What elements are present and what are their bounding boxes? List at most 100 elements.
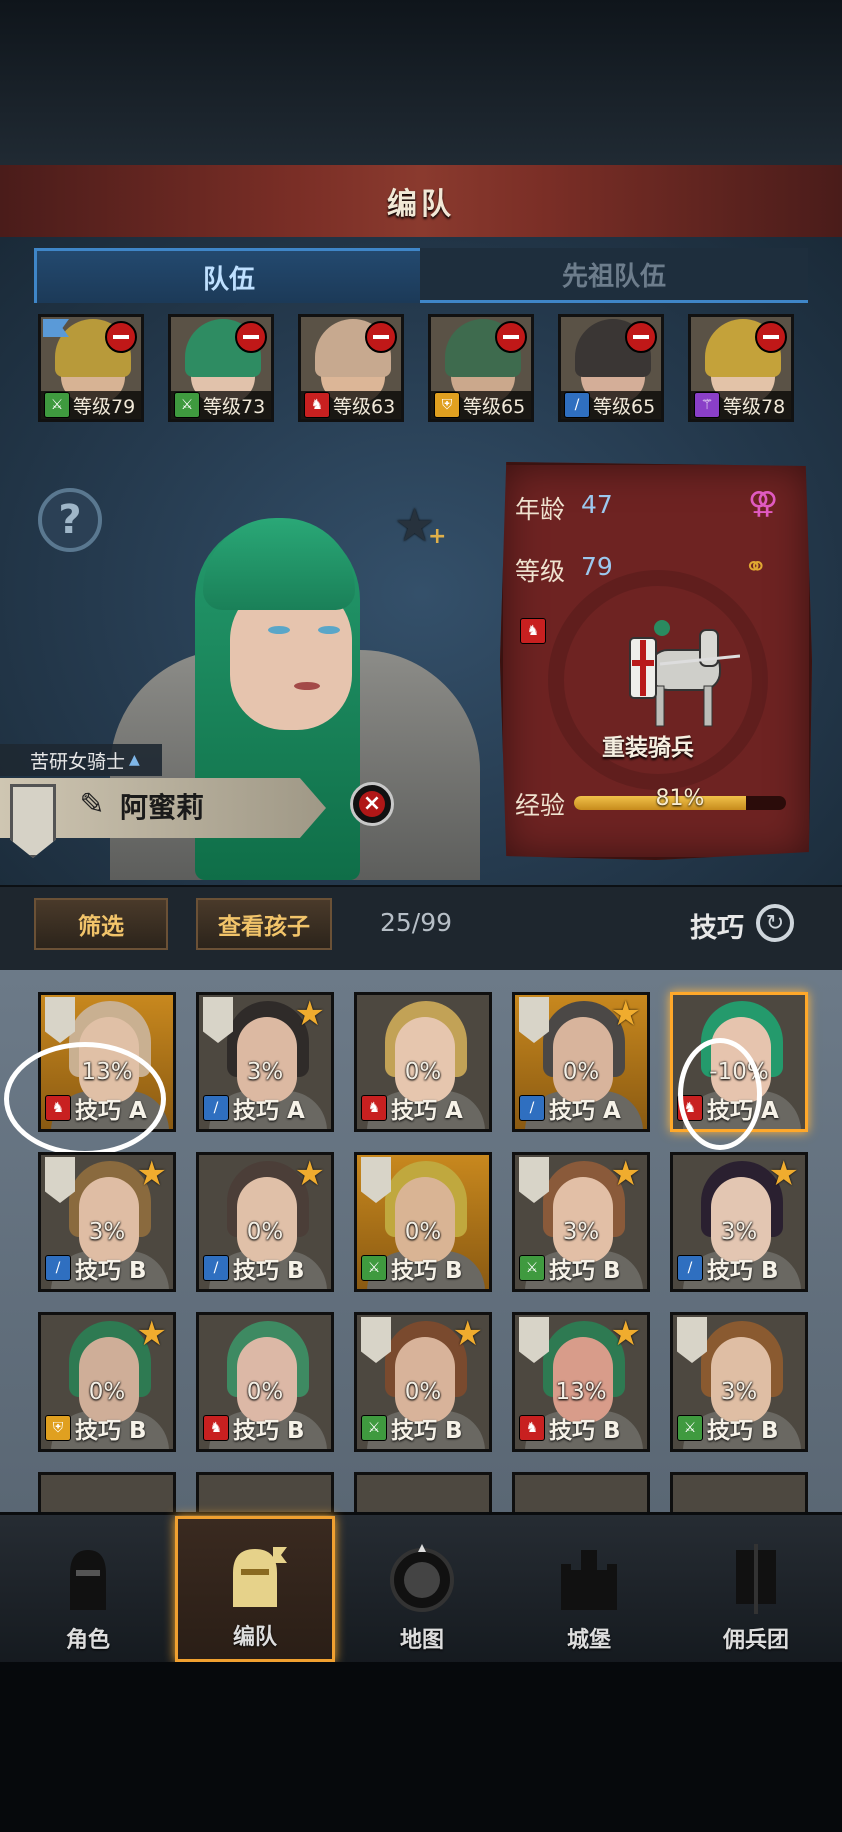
- sort-refresh-icon[interactable]: ↻: [756, 904, 794, 942]
- roster-card[interactable]: [512, 1472, 650, 1512]
- skill-grade: 技巧 B: [75, 1418, 147, 1444]
- castle-icon: [561, 1550, 617, 1610]
- sword-icon: /: [203, 1255, 229, 1281]
- horse-icon: ♞: [304, 392, 330, 418]
- crossed-swords-icon: ⚔: [677, 1415, 703, 1441]
- skill-grade: 技巧 B: [549, 1258, 621, 1284]
- help-button[interactable]: ?: [38, 488, 102, 552]
- user-annotation-circle: [678, 1038, 762, 1150]
- rings-icon: ⚭: [744, 550, 768, 583]
- growth-percent: 0%: [562, 1059, 600, 1085]
- roster-count: 25/99: [380, 908, 453, 937]
- nav-item-1[interactable]: 编队: [175, 1516, 335, 1662]
- exp-label: 经验: [515, 791, 566, 820]
- remove-member-icon[interactable]: [755, 321, 787, 353]
- skill-row: / 技巧 A: [203, 1091, 305, 1125]
- skill-grade: 技巧 A: [549, 1098, 621, 1124]
- view-children-button[interactable]: 查看孩子: [196, 898, 332, 950]
- roster-card[interactable]: ★ 0% ⛨ 技巧 B: [38, 1312, 176, 1452]
- roster-card[interactable]: ★ 3% / 技巧 B: [670, 1152, 808, 1292]
- roster-card[interactable]: ★ 13% ♞ 技巧 B: [512, 1312, 650, 1452]
- level-value: 79: [581, 552, 613, 581]
- compass-map-icon: [390, 1544, 454, 1612]
- title-up-icon: ▲: [129, 752, 140, 768]
- skill-row: ♞ 技巧 B: [519, 1411, 621, 1445]
- class-name: 重装骑兵: [602, 735, 694, 761]
- roster-card[interactable]: [670, 1472, 808, 1512]
- growth-percent: 0%: [246, 1219, 284, 1245]
- roster-card[interactable]: ★ 0% / 技巧 B: [196, 1152, 334, 1292]
- growth-percent: 3%: [88, 1219, 126, 1245]
- team-member-slot[interactable]: ⚔ 等级73: [168, 314, 274, 422]
- horse-icon: ♞: [519, 1415, 545, 1441]
- member-level: 等级65: [593, 395, 656, 418]
- filter-button[interactable]: 筛选: [34, 898, 168, 950]
- star-icon: ★: [610, 1314, 641, 1354]
- skill-row: ⛨ 技巧 B: [45, 1411, 147, 1445]
- skill-grade: 技巧 A: [391, 1098, 463, 1124]
- skill-grade: 技巧 B: [391, 1258, 463, 1284]
- roster-card[interactable]: ★ 3% ⚔ 技巧 B: [512, 1152, 650, 1292]
- heavy-cavalry-figure: [629, 620, 740, 727]
- skill-grade: 技巧 B: [391, 1418, 463, 1444]
- portrait-eye-left: [268, 626, 290, 634]
- star-icon: ★: [610, 1154, 641, 1194]
- growth-percent: 0%: [246, 1379, 284, 1405]
- roster-card[interactable]: 0% ♞ 技巧 A: [354, 992, 492, 1132]
- roster-card[interactable]: ★ 0% / 技巧 A: [512, 992, 650, 1132]
- team-member-slot[interactable]: ⛨ 等级65: [428, 314, 534, 422]
- title-banner: 编队: [0, 165, 842, 240]
- skill-grade: 技巧 B: [707, 1418, 779, 1444]
- nav-item-0[interactable]: 角色: [8, 1516, 168, 1662]
- member-level: 等级63: [333, 395, 396, 418]
- crossed-swords-icon: ⚔: [519, 1255, 545, 1281]
- female-icon: ⚢: [748, 486, 779, 521]
- star-icon: ★: [452, 1314, 483, 1354]
- roster-card[interactable]: 3% ⚔ 技巧 B: [670, 1312, 808, 1452]
- team-member-slot[interactable]: ⚔ 等级79: [38, 314, 144, 422]
- tab-ancestor-team[interactable]: 先祖队伍: [420, 248, 808, 303]
- portrait-lips: [294, 682, 320, 690]
- nav-item-4[interactable]: 佣兵团: [676, 1516, 836, 1662]
- remove-member-icon[interactable]: [105, 321, 137, 353]
- remove-member-icon[interactable]: [365, 321, 397, 353]
- growth-percent: 0%: [404, 1059, 442, 1085]
- character-name: 阿蜜莉: [120, 791, 205, 824]
- sort-label[interactable]: 技巧: [690, 906, 744, 945]
- close-icon: ×: [359, 791, 385, 817]
- nav-item-3[interactable]: 城堡: [509, 1516, 669, 1662]
- remove-member-icon[interactable]: [495, 321, 527, 353]
- remove-member-icon[interactable]: [625, 321, 657, 353]
- system-bar: [0, 1662, 842, 1832]
- roster-card[interactable]: ★ 0% ⚔ 技巧 B: [354, 1312, 492, 1452]
- rename-pencil-icon[interactable]: ✎: [74, 786, 110, 822]
- sword-icon: /: [564, 392, 590, 418]
- roster-card[interactable]: 0% ⚔ 技巧 B: [354, 1152, 492, 1292]
- team-member-slot[interactable]: / 等级65: [558, 314, 664, 422]
- nav-item-2[interactable]: 地图: [342, 1516, 502, 1662]
- horse-icon: ♞: [203, 1415, 229, 1441]
- team-member-slot[interactable]: ♞ 等级63: [298, 314, 404, 422]
- add-favorite-plus-icon: +: [428, 524, 447, 549]
- tab-team[interactable]: 队伍: [34, 248, 424, 303]
- staff-icon: ⚚: [694, 392, 720, 418]
- roster-card[interactable]: [196, 1472, 334, 1512]
- sword-icon: /: [519, 1095, 545, 1121]
- star-icon: ★: [136, 1154, 167, 1194]
- remove-member-icon[interactable]: [235, 321, 267, 353]
- roster-card[interactable]: 0% ♞ 技巧 B: [196, 1312, 334, 1452]
- shield-icon: ⛨: [45, 1415, 71, 1441]
- roster-card[interactable]: ★ 3% / 技巧 B: [38, 1152, 176, 1292]
- member-level: 等级78: [723, 395, 786, 418]
- roster-card[interactable]: [38, 1472, 176, 1512]
- tab-ancestor-label: 先祖队伍: [561, 261, 666, 292]
- roster-card[interactable]: [354, 1472, 492, 1512]
- member-level: 等级65: [463, 395, 526, 418]
- crossed-swords-icon: ⚔: [174, 392, 200, 418]
- skill-row: ⚔ 技巧 B: [361, 1411, 463, 1445]
- skill-row: / 技巧 B: [45, 1251, 147, 1285]
- remove-from-team-button[interactable]: ×: [350, 782, 394, 826]
- team-member-slot[interactable]: ⚚ 等级78: [688, 314, 794, 422]
- roster-card[interactable]: ★ 3% / 技巧 A: [196, 992, 334, 1132]
- nav-label: 城堡: [566, 1628, 611, 1653]
